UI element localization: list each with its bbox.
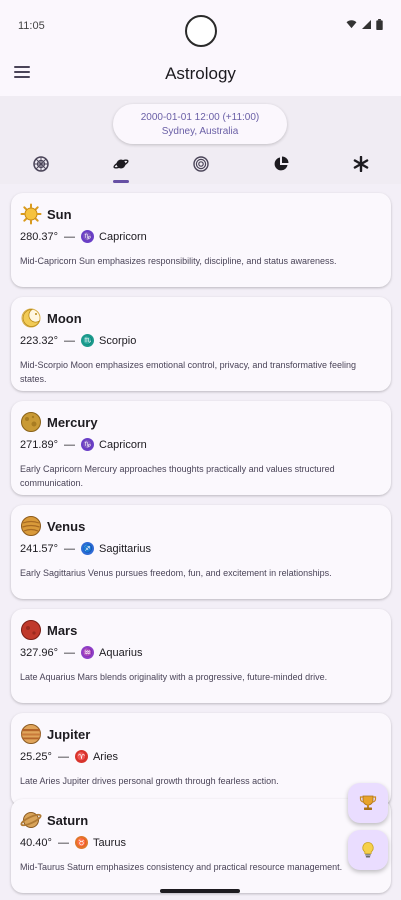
tips-button[interactable] xyxy=(348,830,388,870)
sun-icon xyxy=(20,203,42,225)
planet-description: Late Aquarius Mars blends originality wi… xyxy=(20,672,328,682)
separator: — xyxy=(57,836,69,849)
planet-card-jupiter[interactable]: Jupiter 25.25° — ♈ Aries Late Aries Jupi… xyxy=(11,713,391,807)
zodiac-sign: Aquarius xyxy=(99,646,143,659)
planet-degree: 327.96° xyxy=(20,646,59,659)
planet-description: Mid-Capricorn Sun emphasizes responsibil… xyxy=(20,256,337,266)
app-title: Astrology xyxy=(165,64,236,83)
moon-icon xyxy=(21,308,41,328)
location-text: Sydney, Australia xyxy=(161,126,239,137)
tab-chart[interactable] xyxy=(261,150,301,184)
app-bar: Astrology xyxy=(0,50,401,96)
planet-description: Mid-Scorpio Moon emphasizes emotional co… xyxy=(20,360,356,384)
planet-name: Mars xyxy=(47,622,78,638)
status-bar: 11:05 xyxy=(0,0,401,50)
planet-card-moon[interactable]: Moon 223.32° — ♏ Scorpio Mid-Scorpio Moo… xyxy=(11,297,391,391)
capricorn-icon: ♑ xyxy=(81,438,95,451)
separator: — xyxy=(64,438,76,451)
planet-name: Mercury xyxy=(47,414,98,430)
planet-name: Jupiter xyxy=(47,726,91,742)
status-icons xyxy=(346,19,383,30)
zodiac-sign: Sagittarius xyxy=(99,542,152,555)
lightbulb-icon xyxy=(362,842,374,858)
planet-degree: 223.32° xyxy=(20,334,59,347)
zodiac-sign: Aries xyxy=(92,750,118,763)
planet-degree: 25.25° xyxy=(20,750,52,763)
planet-name: Saturn xyxy=(47,812,89,828)
planet-card-mars[interactable]: Mars 327.96° — ♒ Aquarius Late Aquarius … xyxy=(11,609,391,703)
datetime-location-chip[interactable]: 2000-01-01 12:00 (+11:00) Sydney, Austra… xyxy=(113,104,287,144)
houses-wheel-icon xyxy=(193,156,209,172)
sagittarius-icon: ♐ xyxy=(81,542,95,555)
planet-name: Moon xyxy=(47,310,82,326)
asterisk-icon xyxy=(353,156,369,172)
mars-icon xyxy=(21,620,41,640)
planet-degree: 280.37° xyxy=(20,230,59,243)
active-tab-indicator xyxy=(113,180,129,183)
camera-cutout xyxy=(185,15,217,47)
zodiac-sign: Capricorn xyxy=(99,438,147,451)
aquarius-icon: ♒ xyxy=(81,646,95,659)
tab-houses[interactable] xyxy=(181,150,221,184)
achievements-button[interactable] xyxy=(348,783,388,823)
planet-description: Early Capricorn Mercury approaches thoug… xyxy=(20,464,335,488)
battery-icon xyxy=(376,19,383,30)
planet-card-sun[interactable]: Sun 280.37° — ♑ Capricorn Mid-Capricorn … xyxy=(11,193,391,287)
planet-list: Sun 280.37° — ♑ Capricorn Mid-Capricorn … xyxy=(0,186,401,896)
datetime-text: 2000-01-01 12:00 (+11:00) xyxy=(140,112,260,123)
home-indicator xyxy=(160,889,240,893)
separator: — xyxy=(64,230,76,243)
jupiter-icon xyxy=(21,724,41,744)
separator: — xyxy=(64,646,76,659)
tab-planets[interactable] xyxy=(101,150,141,184)
planet-card-mercury[interactable]: Mercury 271.89° — ♑ Capricorn Early Capr… xyxy=(11,401,391,495)
separator: — xyxy=(57,750,69,763)
scorpio-icon: ♏ xyxy=(81,334,95,347)
tab-bar xyxy=(0,150,401,184)
planet-description: Early Sagittarius Venus pursues freedom,… xyxy=(20,568,332,578)
tab-aspects[interactable] xyxy=(341,150,381,184)
zodiac-sign: Scorpio xyxy=(99,334,137,347)
saturn-icon xyxy=(20,812,42,828)
taurus-icon: ♉ xyxy=(74,836,88,849)
planet-degree: 241.57° xyxy=(20,542,59,555)
planet-card-saturn[interactable]: Saturn 40.40° — ♉ Taurus Mid-Taurus Satu… xyxy=(11,799,391,893)
aries-icon: ♈ xyxy=(74,750,88,763)
planet-degree: 271.89° xyxy=(20,438,59,451)
separator: — xyxy=(64,334,76,347)
planet-description: Late Aries Jupiter drives personal growt… xyxy=(20,776,279,786)
trophy-icon xyxy=(359,795,377,810)
signal-icon xyxy=(362,20,371,29)
capricorn-icon: ♑ xyxy=(81,230,95,243)
planet-icon xyxy=(113,159,129,169)
status-time: 11:05 xyxy=(18,20,45,32)
pie-chart-icon xyxy=(274,156,289,171)
tab-zodiac[interactable] xyxy=(21,150,61,184)
zodiac-wheel-icon xyxy=(33,156,49,172)
planet-name: Venus xyxy=(47,518,86,534)
zodiac-sign: Capricorn xyxy=(99,230,147,243)
zodiac-sign: Taurus xyxy=(92,836,126,849)
mercury-icon xyxy=(21,412,41,432)
planet-degree: 40.40° xyxy=(20,836,52,849)
planet-card-venus[interactable]: Venus 241.57° — ♐ Sagittarius Early Sagi… xyxy=(11,505,391,599)
planet-description: Mid-Taurus Saturn emphasizes consistency… xyxy=(20,862,343,872)
separator: — xyxy=(64,542,76,555)
venus-icon xyxy=(21,516,41,536)
wifi-icon xyxy=(346,20,357,29)
planet-name: Sun xyxy=(47,206,72,222)
